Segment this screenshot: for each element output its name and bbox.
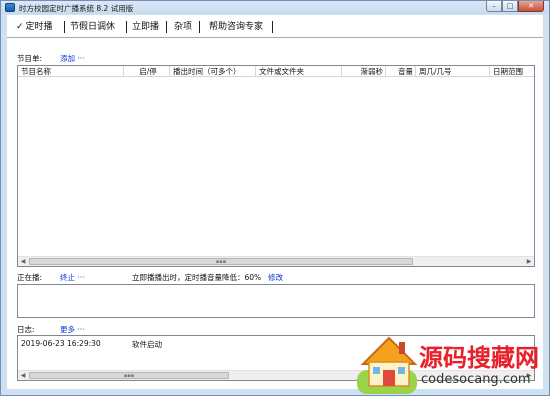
column-header-date-range[interactable]: 日期范围 — [490, 66, 534, 77]
scroll-right-icon[interactable]: ▶ — [524, 257, 534, 266]
tab-instant[interactable]: 立即播 — [132, 20, 159, 34]
house-logo-icon — [357, 336, 418, 394]
volume-info-text: 立即播播出时，定时播音量降低：60% — [132, 273, 262, 282]
tab-divider — [126, 21, 127, 33]
tab-scheduled[interactable]: ✓ 定时播 — [16, 20, 53, 34]
stop-link[interactable]: 终止 ··· — [60, 272, 85, 283]
column-header-weekday[interactable]: 周几/几号 — [416, 66, 490, 77]
watermark-url: codesocang.com — [421, 372, 531, 387]
edit-volume-link[interactable]: 修改 — [268, 272, 283, 283]
tab-misc[interactable]: 杂项 — [174, 20, 192, 34]
title-bar[interactable]: 时方校园定时广播系统 8.2 试用版 – □ ✕ — [1, 1, 549, 14]
watermark-title: 源码搜藏网 — [419, 344, 539, 372]
program-list[interactable]: 节目名称 启/停 播出时间（可多个） 文件或文件夹 渐弱秒 音量 周几/几号 日… — [17, 65, 535, 267]
log-entry-message: 软件启动 — [132, 340, 162, 349]
playing-list[interactable] — [17, 284, 535, 318]
scroll-left-icon[interactable]: ◀ — [18, 371, 28, 380]
log-label: 日志: — [17, 325, 35, 334]
maximize-button[interactable]: □ — [502, 1, 518, 12]
tab-divider — [166, 21, 167, 33]
program-hscrollbar[interactable]: ◀ ▪▪▪ ▶ — [18, 256, 534, 266]
tab-divider — [272, 21, 273, 33]
column-header-file[interactable]: 文件或文件夹 — [256, 66, 342, 77]
column-header-name[interactable]: 节目名称 — [18, 66, 124, 77]
minimize-button[interactable]: – — [486, 1, 502, 12]
program-label: 节目单: — [17, 54, 43, 63]
more-log-link[interactable]: 更多 ··· — [60, 324, 85, 335]
add-program-link[interactable]: 添加 ··· — [60, 53, 85, 64]
tab-holiday[interactable]: 节假日调休 — [70, 20, 115, 34]
tab-bar: ✓ 定时播 节假日调休 立即播 杂项 帮助咨询专家 — [7, 15, 543, 37]
column-header-volume[interactable]: 音量 — [386, 66, 416, 77]
tab-underline — [7, 37, 543, 38]
tab-divider — [199, 21, 200, 33]
scroll-left-icon[interactable]: ◀ — [18, 257, 28, 266]
scroll-thumb[interactable]: ▪▪▪ — [29, 258, 413, 265]
watermark: 源码搜藏网 codesocang.com — [355, 330, 550, 396]
column-header-time[interactable]: 播出时间（可多个） — [170, 66, 256, 77]
grip-icon: ▪▪▪ — [215, 259, 227, 265]
column-header-enabled[interactable]: 启/停 — [124, 66, 170, 77]
close-button[interactable]: ✕ — [518, 1, 544, 12]
playing-label: 正在播: — [17, 273, 43, 282]
tab-help[interactable]: 帮助咨询专家 — [209, 20, 263, 34]
grip-icon: ▪▪▪ — [123, 373, 135, 379]
program-list-header: 节目名称 启/停 播出时间（可多个） 文件或文件夹 渐弱秒 音量 周几/几号 日… — [18, 66, 534, 77]
checkmark-icon: ✓ — [16, 22, 24, 32]
app-icon — [5, 3, 15, 12]
tab-divider — [64, 21, 65, 33]
column-header-fade[interactable]: 渐弱秒 — [342, 66, 386, 77]
log-entry-time: 2019-06-23 16:29:30 — [21, 339, 101, 348]
scroll-thumb[interactable]: ▪▪▪ — [29, 372, 229, 379]
window-controls: – □ ✕ — [486, 1, 544, 13]
window-title: 时方校园定时广播系统 8.2 试用版 — [19, 4, 134, 13]
